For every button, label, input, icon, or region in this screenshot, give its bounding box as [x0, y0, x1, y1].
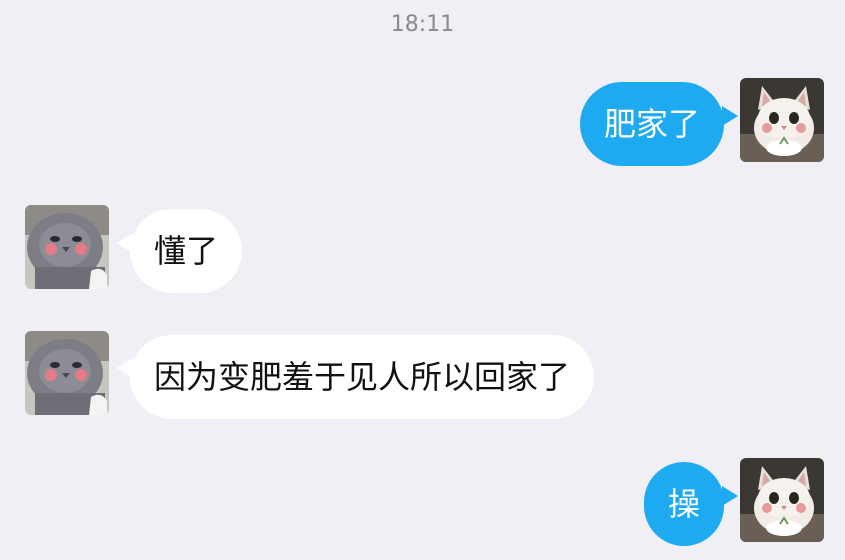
bubble-tail — [722, 106, 738, 126]
bubble-tail — [722, 486, 738, 506]
incoming-message-bubble[interactable]: 因为变肥羞于见人所以回家了 — [130, 335, 595, 419]
outgoing-message-bubble[interactable]: 操 — [643, 462, 724, 546]
self-avatar[interactable] — [740, 458, 824, 542]
gray-cat-avatar-icon — [25, 331, 109, 415]
cat-avatar-icon — [740, 458, 824, 542]
outgoing-message-bubble[interactable]: 肥家了 — [579, 82, 724, 166]
message-text: 因为变肥羞于见人所以回家了 — [154, 358, 571, 396]
message-text: 操 — [667, 485, 700, 523]
incoming-message-bubble[interactable]: 懂了 — [130, 209, 243, 293]
message-text: 懂了 — [154, 232, 219, 270]
self-avatar[interactable] — [740, 78, 824, 162]
cat-avatar-icon — [740, 78, 824, 162]
chat-timestamp: 18:11 — [390, 12, 455, 37]
contact-avatar[interactable] — [25, 331, 109, 415]
gray-cat-avatar-icon — [25, 205, 109, 289]
contact-avatar[interactable] — [25, 205, 109, 289]
message-text: 肥家了 — [603, 105, 700, 143]
